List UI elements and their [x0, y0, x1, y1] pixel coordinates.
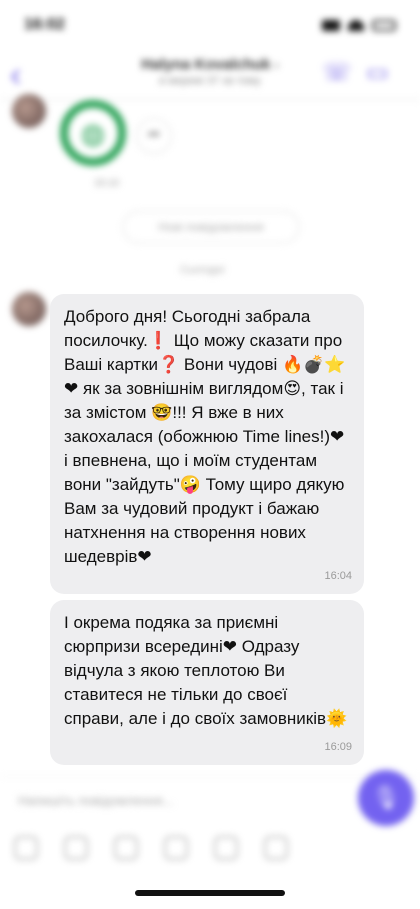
home-indicator: [135, 890, 285, 896]
sticker-message[interactable]: ◍: [60, 100, 126, 166]
video-camera-icon: ▭: [366, 59, 389, 86]
composer: Напишіть повідомлення...: [0, 776, 420, 825]
video-button[interactable]: ▭: [366, 58, 389, 87]
sticker-icon: ◍: [80, 117, 106, 149]
battery-icon: [372, 19, 396, 31]
message-bubble[interactable]: Доброго дня! Сьогодні забрала посилочку.…: [50, 294, 364, 594]
message-text: І окрема подяка за приємні сюрпризи всер…: [64, 613, 348, 728]
contact-info[interactable]: Halyna Kovalchuk › в мережі 37 хв тому: [110, 56, 310, 87]
status-bar: 16:02: [0, 0, 420, 50]
avatar[interactable]: [12, 94, 46, 128]
gif-icon[interactable]: [64, 836, 88, 860]
chat-header: ‹ Halyna Kovalchuk › в мережі 37 хв тому…: [0, 50, 420, 100]
more-icon[interactable]: [214, 836, 238, 860]
status-time: 16:02: [24, 16, 65, 33]
status-icons: [322, 19, 396, 31]
gallery-icon[interactable]: [164, 836, 188, 860]
message-text: Доброго дня! Сьогодні забрала посилочку.…: [64, 307, 346, 566]
new-messages-pill[interactable]: Нові повідомлення: [122, 210, 300, 244]
message-time: 16:04: [324, 570, 352, 582]
contact-name: Halyna Kovalchuk: [141, 56, 271, 73]
phone-icon: ☏: [322, 59, 353, 86]
microphone-icon: 🎙: [372, 785, 400, 810]
message-time: 16:09: [324, 741, 352, 753]
message-bubble[interactable]: І окрема подяка за приємні сюрпризи всер…: [50, 600, 364, 765]
signal-icon: [322, 19, 340, 31]
wifi-icon: [348, 19, 364, 31]
camera-icon[interactable]: [114, 836, 138, 860]
share-icon: ➦: [147, 126, 161, 143]
plus-icon[interactable]: [264, 836, 288, 860]
phone-button[interactable]: ☏: [322, 58, 352, 87]
composer-toolbar: [0, 828, 420, 868]
share-button[interactable]: ➦: [136, 118, 172, 154]
message-input[interactable]: Напишіть повідомлення...: [18, 789, 328, 813]
sticker-time: 15:10: [94, 178, 120, 189]
avatar[interactable]: [12, 292, 46, 326]
back-button[interactable]: ‹: [10, 56, 21, 95]
voice-message-button[interactable]: 🎙: [358, 770, 414, 826]
chevron-right-icon: ›: [274, 58, 279, 72]
last-seen: в мережі 37 хв тому: [159, 75, 261, 87]
chevron-left-icon: ‹: [10, 56, 22, 94]
sticker-icon[interactable]: [14, 836, 38, 860]
day-separator: Сьогодні: [180, 264, 225, 276]
